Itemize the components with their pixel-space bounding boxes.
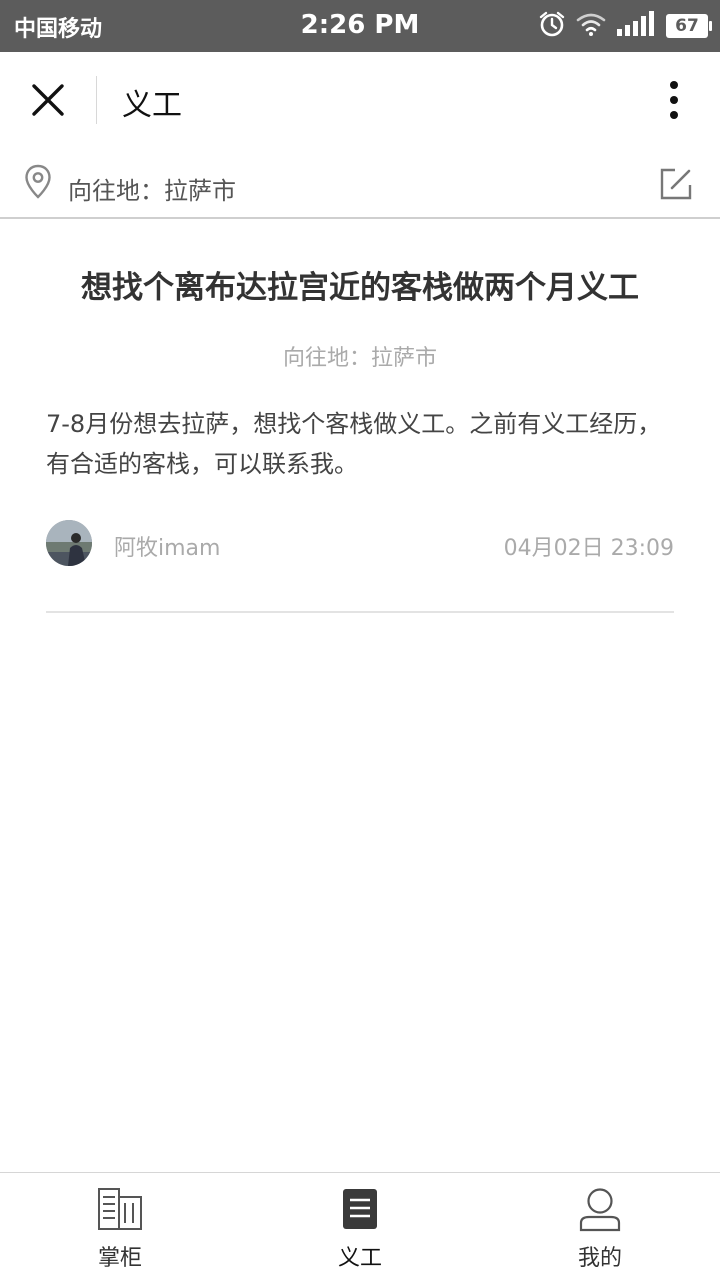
page-title: 义工: [122, 88, 182, 123]
book-icon: [98, 1188, 142, 1230]
author-name[interactable]: 阿牧imam: [114, 530, 220, 562]
tab-yigong[interactable]: 义工: [240, 1173, 480, 1280]
alarm-icon: [538, 10, 566, 42]
status-bar: 中国移动 2:26 PM 67: [0, 0, 720, 52]
tab-label: 义工: [337, 1246, 382, 1271]
post-divider: [46, 611, 674, 613]
post-body: 7-8月份想去拉萨，想找个客栈做义工。之前有义工经历，有合适的客栈，可以联系我。: [46, 410, 662, 478]
document-icon: [343, 1189, 377, 1229]
bottom-tab-bar: 掌柜 义工 我的: [0, 1172, 720, 1280]
title-bar: 义工: [0, 52, 720, 148]
edit-icon: [660, 168, 692, 200]
tab-label: 掌柜: [97, 1246, 142, 1271]
author-row: 阿牧imam 04月02日 23:09: [46, 520, 674, 566]
destination-bar: 向往地：拉萨市: [0, 148, 720, 219]
more-button[interactable]: [654, 76, 694, 124]
edit-button[interactable]: [658, 166, 694, 202]
user-icon: [579, 1188, 621, 1232]
title-divider: [96, 76, 97, 124]
avatar[interactable]: [46, 520, 92, 566]
close-icon: [32, 84, 64, 116]
post-timestamp: 04月02日 23:09: [503, 536, 674, 561]
battery-indicator: 67: [666, 14, 712, 38]
location-pin-icon: [24, 164, 52, 204]
tab-mine[interactable]: 我的: [480, 1173, 720, 1280]
signal-icon: [616, 11, 656, 41]
wifi-icon: [576, 11, 606, 41]
status-icons: 67: [538, 10, 712, 42]
destination-label[interactable]: 向往地：拉萨市: [68, 171, 236, 206]
tab-zhanggui[interactable]: 掌柜: [0, 1173, 240, 1280]
post-destination: 向往地：拉萨市: [282, 346, 437, 371]
tab-label: 我的: [577, 1246, 622, 1271]
more-vertical-icon: [670, 81, 678, 119]
post-title: 想找个离布达拉宫近的客栈做两个月义工: [81, 270, 639, 306]
close-button[interactable]: [24, 76, 72, 124]
